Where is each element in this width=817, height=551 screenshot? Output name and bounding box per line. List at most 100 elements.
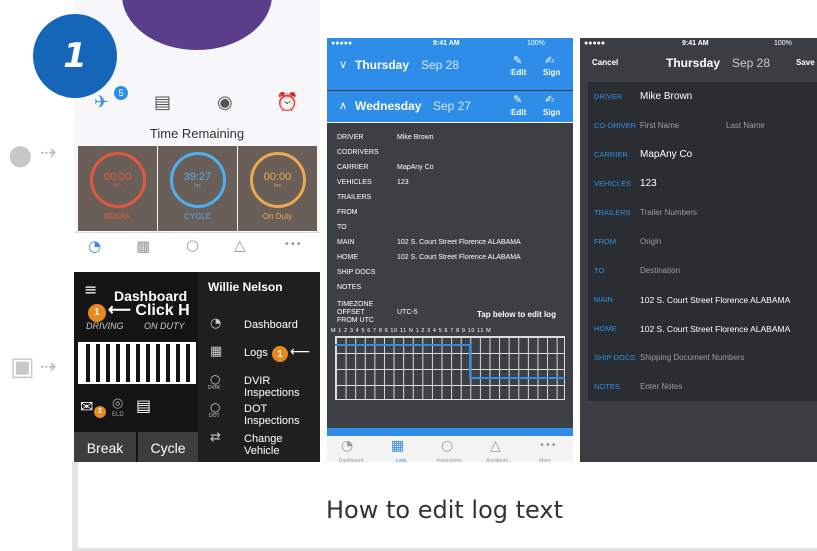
- vehicles-value: 123: [640, 178, 657, 189]
- wednesday-log-header[interactable]: ∧ Wednesday Sep 27 ✎ Edit ✍ Sign: [327, 91, 573, 123]
- sign-icon[interactable]: ✍: [545, 93, 554, 106]
- driving-status[interactable]: DRIVING: [86, 321, 124, 331]
- alarm-clock-icon[interactable]: ⏰: [276, 92, 298, 113]
- log-row-timezone: TIMEZONE OFFSET FROM UTC UTC-5: [337, 301, 418, 325]
- ship-docs-field[interactable]: SHIP DOCS Shipping Document Numbers: [588, 343, 817, 372]
- timezone-value: UTC-5: [397, 309, 418, 316]
- change-vehicle-icon: ⇄: [210, 430, 221, 445]
- on-duty-status[interactable]: ON DUTY: [144, 321, 185, 331]
- dvir-search-icon: ○: [210, 372, 221, 386]
- arrow-right-icon: ⇢: [40, 140, 57, 164]
- send-icon[interactable]: ✈: [94, 92, 109, 113]
- logs-tab-icon[interactable]: ▦: [391, 438, 404, 454]
- save-button[interactable]: Save: [796, 58, 815, 67]
- more-tab-icon[interactable]: •••: [539, 440, 557, 451]
- log-row-main: MAIN 102 S. Court Street Florence ALABAMA: [337, 239, 521, 246]
- tap-to-edit-hint: Tap below to edit log: [477, 310, 556, 319]
- accidents-tab-icon[interactable]: △: [490, 438, 501, 454]
- eld-wifi-icon[interactable]: ◎: [112, 396, 123, 411]
- from-field[interactable]: FROM Origin: [588, 227, 817, 256]
- inspections-tab-icon[interactable]: ○: [441, 438, 453, 454]
- mail-icon[interactable]: ✉: [80, 397, 93, 416]
- log-row-label: NOTES: [337, 284, 362, 291]
- drawer-item-dot[interactable]: ○ DOT DOT Inspections: [206, 400, 316, 427]
- sign-icon[interactable]: ✍: [545, 54, 554, 67]
- document-icon[interactable]: ▤: [154, 92, 171, 113]
- edit-button-label[interactable]: Edit: [511, 108, 526, 117]
- log-row-vehicles: VEHICLES 123: [337, 179, 409, 186]
- dashboard-tab-icon[interactable]: ◔: [341, 438, 353, 454]
- signal-strength: ●●●●●: [331, 40, 353, 47]
- main-field[interactable]: MAIN 102 S. Court Street Florence ALABAMA: [588, 285, 817, 314]
- ship-docs-placeholder: Shipping Document Numbers: [640, 353, 745, 362]
- carrier-field[interactable]: CARRIER MapAny Co: [588, 140, 817, 169]
- edit-pencil-icon[interactable]: ✎: [513, 93, 522, 106]
- drawer-item-change-vehicle[interactable]: ⇄ Change Vehicle: [206, 430, 316, 457]
- on-duty-gauge[interactable]: 00:00 hrs On Duty: [238, 146, 317, 231]
- log-row-label: VEHICLES: [337, 179, 372, 186]
- drawer-item-dvir[interactable]: ○ DVIR DVIR Inspections: [206, 372, 316, 399]
- drawer-item-dashboard[interactable]: ◔ Dashboard: [206, 316, 316, 336]
- field-label: TO: [594, 266, 605, 275]
- cycle-button[interactable]: Cycle: [138, 432, 198, 464]
- ios-logs-screenshot: ●●●●● 9:41 AM 100% ∨ Thursday Sep 28 ✎ E…: [327, 38, 573, 468]
- inspections-tab-icon[interactable]: ○: [186, 236, 199, 254]
- thursday-log-header[interactable]: ●●●●● 9:41 AM 100% ∨ Thursday Sep 28 ✎ E…: [327, 38, 573, 90]
- sign-button-label[interactable]: Sign: [543, 68, 560, 77]
- dashboard-header-arc: [122, 0, 272, 50]
- main-address-value: 102 S. Court Street Florence ALABAMA: [640, 294, 791, 305]
- cycle-label: CYCLE: [184, 212, 211, 221]
- accidents-tab-icon[interactable]: △: [234, 236, 246, 254]
- vehicles-field[interactable]: VEHICLES 123: [588, 169, 817, 198]
- log-row-label: FROM: [337, 209, 358, 216]
- edit-button-label[interactable]: Edit: [511, 68, 526, 77]
- destination-placeholder: Destination: [640, 266, 681, 275]
- android-icon: ▣: [10, 352, 35, 382]
- arrow-right-icon: ⇢: [40, 354, 57, 378]
- mail-count-badge: 2: [94, 406, 106, 418]
- logs-tab-icon[interactable]: ▦: [136, 237, 150, 255]
- break-button[interactable]: Break: [74, 432, 136, 464]
- driver-field[interactable]: DRIVER Mike Brown: [588, 82, 817, 111]
- drawer-item-logs[interactable]: ▦ Logs 1 ⟵: [206, 344, 316, 364]
- chevron-up-icon: ∧: [339, 99, 348, 112]
- apple-icon: ●: [8, 138, 33, 171]
- log-row-home: HOME 102 S. Court Street Florence ALABAMA: [337, 254, 521, 261]
- clipboard-icon[interactable]: ▤: [136, 396, 151, 415]
- log-row-value: Mike Brown: [397, 134, 434, 141]
- logs-calendar-icon: ▦: [210, 344, 223, 359]
- field-label: VEHICLES: [594, 179, 632, 188]
- field-label: CARRIER: [594, 150, 628, 159]
- status-time: 9:41 AM: [682, 40, 709, 47]
- edit-pencil-icon[interactable]: ✎: [513, 54, 522, 67]
- to-field[interactable]: TO Destination: [588, 256, 817, 285]
- sign-button-label[interactable]: Sign: [543, 108, 560, 117]
- field-label: CO-DRIVER: [594, 121, 637, 130]
- pointer-arrow-icon: ⟵: [290, 344, 311, 360]
- cycle-time: 39:27: [183, 171, 212, 183]
- carrier-value: MapAny Co: [640, 149, 693, 160]
- dashboard-tab-icon[interactable]: ◔: [88, 237, 101, 255]
- home-field[interactable]: HOME 102 S. Court Street Florence ALABAMA: [588, 314, 817, 343]
- break-gauge[interactable]: 00:00 hrs BREAK: [78, 146, 157, 231]
- log-row-from: FROM: [337, 209, 358, 216]
- drawer-user-name: Willie Nelson: [208, 280, 283, 294]
- cancel-button[interactable]: Cancel: [592, 58, 618, 67]
- step-badge-logs: 1: [272, 346, 288, 362]
- hamburger-menu-icon[interactable]: ≡: [84, 280, 97, 299]
- on-duty-unit: hrs: [274, 183, 281, 189]
- trailers-field[interactable]: TRAILERS Trailer Numbers: [588, 198, 817, 227]
- drawer-item-label: Change Vehicle: [244, 433, 283, 457]
- trailers-placeholder: Trailer Numbers: [640, 208, 698, 217]
- log-grid-hours: M 1 2 3 4 5 6 7 8 9 10 11 N 1 2 3 4 5 6 …: [331, 328, 492, 334]
- next-log-header[interactable]: [327, 428, 573, 436]
- android-screenshot: ≡ Dashboard 1 ⟵ Click H DRIVING ON DUTY …: [74, 272, 320, 464]
- tab-bar: ◔ ▦ ○ △ •••: [74, 232, 320, 260]
- cycle-gauge[interactable]: 39:27 hrs CYCLE: [158, 146, 237, 231]
- co-driver-field[interactable]: CO-DRIVER First Name Last Name: [588, 111, 817, 140]
- notes-field[interactable]: NOTES Enter Notes: [588, 372, 817, 401]
- more-tab-icon[interactable]: •••: [284, 239, 302, 250]
- eld-signal-icon[interactable]: ◉: [217, 92, 233, 113]
- log-row-value: 123: [397, 179, 409, 186]
- log-row-label: CODRIVERS: [337, 149, 379, 156]
